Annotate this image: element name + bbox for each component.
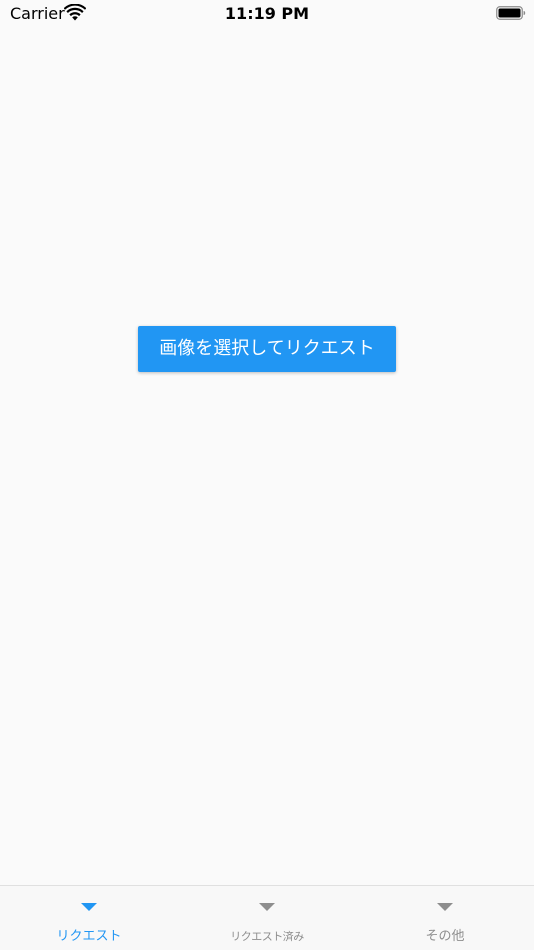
tab-request-label: リクエスト: [56, 929, 122, 944]
clock: 11:19 PM: [224, 4, 310, 23]
triangle-down-icon: [81, 903, 97, 911]
tab-other-label: その他: [425, 929, 465, 944]
tab-other[interactable]: その他: [356, 886, 534, 950]
tab-request[interactable]: リクエスト: [0, 886, 178, 950]
select-image-request-button[interactable]: 画像を選択してリクエスト: [138, 326, 396, 372]
tab-requested[interactable]: リクエスト済み: [178, 886, 356, 950]
battery-icon: [496, 6, 526, 20]
triangle-down-icon: [259, 903, 275, 911]
triangle-down-icon: [437, 903, 453, 911]
main-content: 画像を選択してリクエスト: [0, 30, 534, 885]
tab-requested-label: リクエスト済み: [230, 930, 304, 943]
bottom-tab-bar: リクエスト リクエスト済み その他: [0, 885, 534, 950]
status-bar: Carrier 11:19 PM: [0, 0, 534, 30]
